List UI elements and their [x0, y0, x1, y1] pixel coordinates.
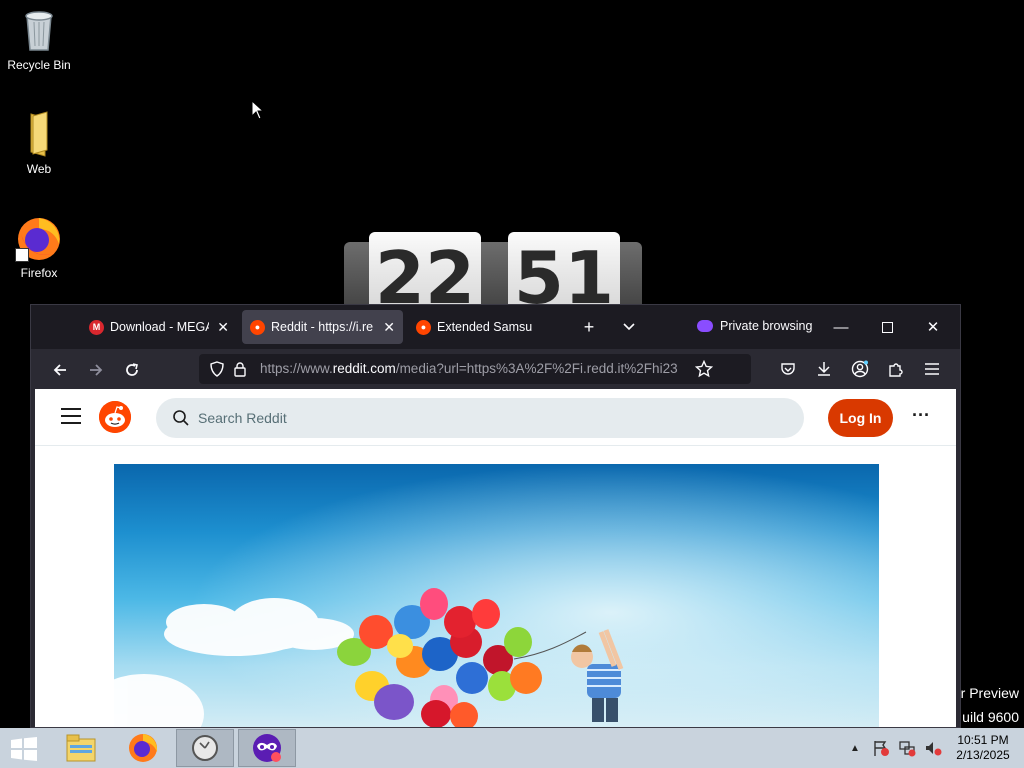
pocket-icon — [781, 363, 795, 375]
download-icon — [818, 362, 830, 376]
tab-reddit[interactable]: ● Reddit - https://i.re ✕ — [242, 310, 403, 344]
folder-icon — [15, 110, 63, 158]
downloads-button[interactable] — [812, 357, 836, 381]
tab-download-mega[interactable]: M Download - MEGA ✕ — [81, 310, 237, 344]
clock-app-icon — [192, 735, 218, 761]
start-button[interactable] — [10, 737, 38, 761]
windows-watermark-line1: r Preview — [960, 685, 1019, 701]
reddit-logo-icon[interactable] — [99, 401, 131, 433]
lock-icon — [234, 362, 246, 377]
desktop-icon-web-folder[interactable]: Web — [0, 110, 78, 176]
mouse-cursor-icon — [251, 100, 263, 120]
clock-minutes: 51 — [508, 232, 620, 304]
tab-title: Extended Samsung — [437, 320, 533, 334]
mega-icon: M — [89, 319, 104, 335]
taskbar-firefox-private[interactable] — [238, 729, 296, 767]
reddit-icon: ● — [416, 319, 431, 335]
tab-title: Reddit - https://i.re — [271, 320, 374, 334]
puzzle-icon — [889, 363, 903, 377]
new-tab-button[interactable]: + — [577, 315, 601, 339]
taskbar-date: 2/13/2025 — [956, 748, 1010, 762]
address-bar[interactable]: https://www.reddit.com/media?url=https%3… — [199, 354, 751, 384]
windows-logo-icon — [11, 737, 37, 761]
taskbar: ▲ 10:51 PM 2/13/2025 — [0, 728, 1024, 768]
search-placeholder: Search Reddit — [198, 410, 287, 426]
back-arrow-icon — [53, 364, 66, 376]
network-icon[interactable] — [898, 739, 916, 757]
balloons-photo — [114, 464, 879, 727]
reddit-search-input[interactable]: Search Reddit — [156, 398, 804, 438]
firefox-window[interactable]: M Download - MEGA ✕ ● Reddit - https://i… — [30, 304, 961, 728]
desktop-icon-firefox[interactable]: Firefox — [0, 214, 78, 280]
clock-hours: 22 — [369, 232, 481, 304]
tab-extended-samsung[interactable]: ● Extended Samsung ✕ — [408, 310, 560, 344]
extensions-button[interactable] — [884, 357, 908, 381]
maximize-button[interactable] — [875, 315, 899, 339]
windows-watermark-line2: uild 9600 — [962, 709, 1019, 725]
reddit-icon: ● — [250, 319, 265, 335]
action-center-flag-icon[interactable] — [872, 739, 890, 757]
tab-bar: M Download - MEGA ✕ ● Reddit - https://i… — [31, 305, 960, 349]
show-hidden-icons-icon[interactable]: ▲ — [850, 743, 860, 754]
back-button[interactable] — [47, 357, 73, 383]
more-options-icon[interactable]: ··· — [909, 406, 933, 428]
url-text[interactable]: https://www.reddit.com/media?url=https%3… — [260, 361, 688, 376]
minimize-button[interactable]: — — [829, 315, 853, 339]
page-viewport[interactable]: Search Reddit Log In ··· — [35, 389, 956, 727]
search-icon — [173, 410, 189, 426]
pocket-button[interactable] — [776, 357, 800, 381]
taskbar-firefox[interactable] — [114, 729, 172, 767]
taskbar-time: 10:51 PM — [957, 733, 1009, 747]
desktop-icon-label: Web — [26, 162, 52, 176]
reload-icon — [126, 363, 138, 376]
reddit-menu-icon[interactable] — [61, 408, 81, 424]
forward-arrow-icon — [90, 364, 103, 376]
account-icon — [851, 360, 869, 378]
volume-muted-icon[interactable] — [924, 739, 942, 757]
close-tab-icon[interactable]: ✕ — [383, 319, 395, 336]
taskbar-clock[interactable]: 10:51 PM 2/13/2025 — [952, 733, 1014, 763]
chevron-down-icon — [623, 323, 635, 331]
maximize-icon — [881, 321, 893, 333]
private-browsing-label: Private browsing — [720, 319, 813, 333]
menu-button[interactable] — [920, 357, 944, 381]
hamburger-menu-icon — [925, 363, 939, 375]
url-prefix: https://www. — [260, 361, 333, 376]
close-tab-icon[interactable]: ✕ — [217, 319, 229, 336]
desktop-icon-recycle-bin[interactable]: Recycle Bin — [0, 6, 78, 72]
navigation-toolbar: https://www.reddit.com/media?url=https%3… — [35, 349, 956, 389]
close-window-button[interactable]: ✕ — [921, 315, 945, 339]
taskbar-file-explorer[interactable] — [52, 729, 110, 767]
media-image[interactable] — [114, 464, 879, 727]
reload-button[interactable] — [119, 357, 145, 383]
desktop-icon-label: Firefox — [20, 266, 58, 280]
firefox-icon — [15, 214, 63, 262]
url-host: reddit.com — [332, 361, 396, 376]
private-browsing-indicator: Private browsing — [697, 319, 812, 333]
firefox-icon — [129, 734, 158, 762]
file-explorer-icon — [66, 734, 96, 762]
firefox-private-icon — [253, 734, 281, 762]
taskbar-clock-app[interactable] — [176, 729, 234, 767]
login-button[interactable]: Log In — [828, 399, 893, 437]
list-all-tabs-button[interactable] — [617, 315, 641, 339]
account-button[interactable] — [848, 357, 872, 381]
shortcut-arrow-icon — [15, 248, 29, 262]
desktop-icon-label: Recycle Bin — [7, 58, 71, 72]
shield-icon — [210, 361, 224, 377]
system-tray: ▲ — [850, 728, 942, 768]
reddit-header: Search Reddit Log In ··· — [35, 389, 956, 446]
tab-title: Download - MEGA — [110, 320, 210, 334]
clock-gadget[interactable]: 22 51 — [344, 232, 642, 304]
url-path: /media?url=https%3A%2F%2Fi.redd.it%2Fhi2… — [395, 361, 678, 376]
recycle-bin-icon — [15, 6, 63, 54]
private-mask-icon — [697, 320, 713, 332]
bookmark-star-icon[interactable] — [695, 360, 713, 378]
forward-button[interactable] — [83, 357, 109, 383]
